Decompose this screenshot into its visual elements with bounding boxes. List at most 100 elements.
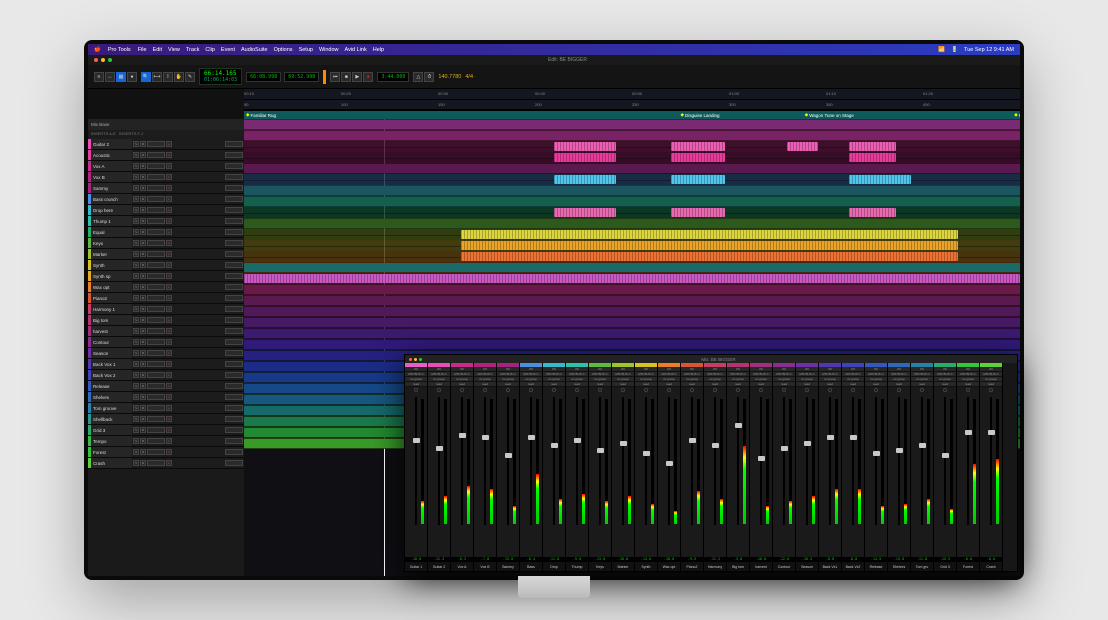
rec-arm-button[interactable]: ●: [166, 284, 172, 290]
rec-arm-button[interactable]: ●: [166, 383, 172, 389]
fader-cap[interactable]: [666, 461, 673, 466]
track-header[interactable]: ContourSM●: [88, 337, 244, 348]
track-name[interactable]: Crash: [91, 458, 132, 468]
track-header[interactable]: Wax optSM●: [88, 282, 244, 293]
channel-strip[interactable]: I/OMIX BUS Cno groupread-10.5Season: [796, 363, 819, 571]
menu-item[interactable]: AudioSuite: [241, 47, 268, 53]
automation-mode[interactable]: [225, 284, 243, 290]
audio-clip[interactable]: [671, 153, 725, 162]
automation-mode[interactable]: [225, 196, 243, 202]
battery-icon[interactable]: 🔋: [951, 47, 958, 53]
pan-knob[interactable]: [644, 388, 648, 392]
solo-button[interactable]: S: [133, 317, 139, 323]
countoff-button[interactable]: ⏱: [424, 72, 434, 82]
track-view-selector[interactable]: [147, 273, 165, 279]
automation-mode[interactable]: [225, 350, 243, 356]
mute-button[interactable]: M: [140, 460, 146, 466]
pan-knob[interactable]: [529, 388, 533, 392]
channel-name[interactable]: Thump: [566, 562, 588, 571]
audio-clip[interactable]: [244, 186, 1020, 195]
track-view-selector[interactable]: [147, 339, 165, 345]
pan-knob[interactable]: [621, 388, 625, 392]
track-view-selector[interactable]: [147, 306, 165, 312]
automation-mode[interactable]: [225, 262, 243, 268]
menu-item[interactable]: Setup: [299, 47, 313, 53]
channel-name[interactable]: Harmony: [704, 562, 726, 571]
fader-slot[interactable]: [461, 397, 463, 525]
channel-name[interactable]: Big tom: [727, 562, 749, 571]
mute-button[interactable]: M: [140, 295, 146, 301]
fader-slot[interactable]: [415, 397, 417, 525]
menu-item[interactable]: Help: [373, 47, 384, 53]
solo-button[interactable]: S: [133, 361, 139, 367]
track-view-selector[interactable]: [147, 207, 165, 213]
pan-knob[interactable]: [897, 388, 901, 392]
track-header[interactable]: SeasonSM●: [88, 348, 244, 359]
automation-mode[interactable]: [225, 273, 243, 279]
solo-button[interactable]: S: [133, 460, 139, 466]
solo-button[interactable]: S: [133, 394, 139, 400]
automation-mode[interactable]: [225, 295, 243, 301]
marker-lane[interactable]: Familiar RugDisguise LandingWagon Tune o…: [244, 111, 1020, 119]
mute-button[interactable]: M: [140, 284, 146, 290]
automation-mode[interactable]: [225, 317, 243, 323]
mix-window-titlebar[interactable]: Mix: BE BIGGER: [405, 355, 1017, 363]
fader-slot[interactable]: [576, 397, 578, 525]
audio-clip[interactable]: [787, 142, 818, 151]
rec-arm-button[interactable]: ●: [166, 218, 172, 224]
channel-name[interactable]: Wax opt: [658, 562, 680, 571]
solo-button[interactable]: S: [133, 449, 139, 455]
pan-knob[interactable]: [414, 388, 418, 392]
track-view-selector[interactable]: [147, 284, 165, 290]
selection-length[interactable]: 3:44.000: [377, 72, 409, 82]
close-icon[interactable]: [94, 58, 98, 62]
track-view-selector[interactable]: [147, 262, 165, 268]
mute-button[interactable]: M: [140, 240, 146, 246]
rec-arm-button[interactable]: ●: [166, 152, 172, 158]
mute-button[interactable]: M: [140, 218, 146, 224]
track-view-selector[interactable]: [147, 394, 165, 400]
rec-arm-button[interactable]: ●: [166, 163, 172, 169]
fader-slot[interactable]: [737, 397, 739, 525]
track-header[interactable]: harvestSM●: [88, 326, 244, 337]
fader-cap[interactable]: [482, 435, 489, 440]
audio-clip[interactable]: [244, 274, 1020, 283]
track-header[interactable]: ForestSM●: [88, 447, 244, 458]
fader-slot[interactable]: [783, 397, 785, 525]
track-header[interactable]: MarkerSM●: [88, 249, 244, 260]
track-header[interactable]: Synth spSM●: [88, 271, 244, 282]
automation-mode[interactable]: [225, 394, 243, 400]
track-name[interactable]: Vox B: [91, 172, 132, 182]
audio-clip[interactable]: [244, 296, 1020, 305]
fader-cap[interactable]: [965, 430, 972, 435]
channel-strip[interactable]: I/OMIX BUS Cno groupread-16.0harvest: [750, 363, 773, 571]
fader-cap[interactable]: [643, 451, 650, 456]
track-view-selector[interactable]: [147, 229, 165, 235]
fader-cap[interactable]: [758, 456, 765, 461]
solo-button[interactable]: S: [133, 350, 139, 356]
slip-mode-button[interactable]: ↔: [105, 72, 115, 82]
shuffle-mode-button[interactable]: ≡: [94, 72, 104, 82]
pan-knob[interactable]: [759, 388, 763, 392]
track-name[interactable]: Back Vox 1: [91, 359, 132, 369]
mute-button[interactable]: M: [140, 328, 146, 334]
channel-name[interactable]: Vox A: [451, 562, 473, 571]
solo-button[interactable]: S: [133, 262, 139, 268]
rec-arm-button[interactable]: ●: [166, 174, 172, 180]
fader-slot[interactable]: [599, 397, 601, 525]
pan-knob[interactable]: [690, 388, 694, 392]
fader-cap[interactable]: [459, 433, 466, 438]
track-header[interactable]: KeysSM●: [88, 238, 244, 249]
fader-slot[interactable]: [760, 397, 762, 525]
solo-button[interactable]: S: [133, 306, 139, 312]
track-view-selector[interactable]: [147, 372, 165, 378]
selection-start[interactable]: 66:08.998: [246, 72, 281, 82]
track-view-selector[interactable]: [147, 361, 165, 367]
track-name[interactable]: Release: [91, 381, 132, 391]
minimize-icon[interactable]: [414, 358, 417, 361]
solo-button[interactable]: S: [133, 207, 139, 213]
fader-cap[interactable]: [597, 448, 604, 453]
automation-mode[interactable]: [225, 328, 243, 334]
track-name[interactable]: Tom groove: [91, 403, 132, 413]
grid-mode-button[interactable]: ▦: [116, 72, 126, 82]
